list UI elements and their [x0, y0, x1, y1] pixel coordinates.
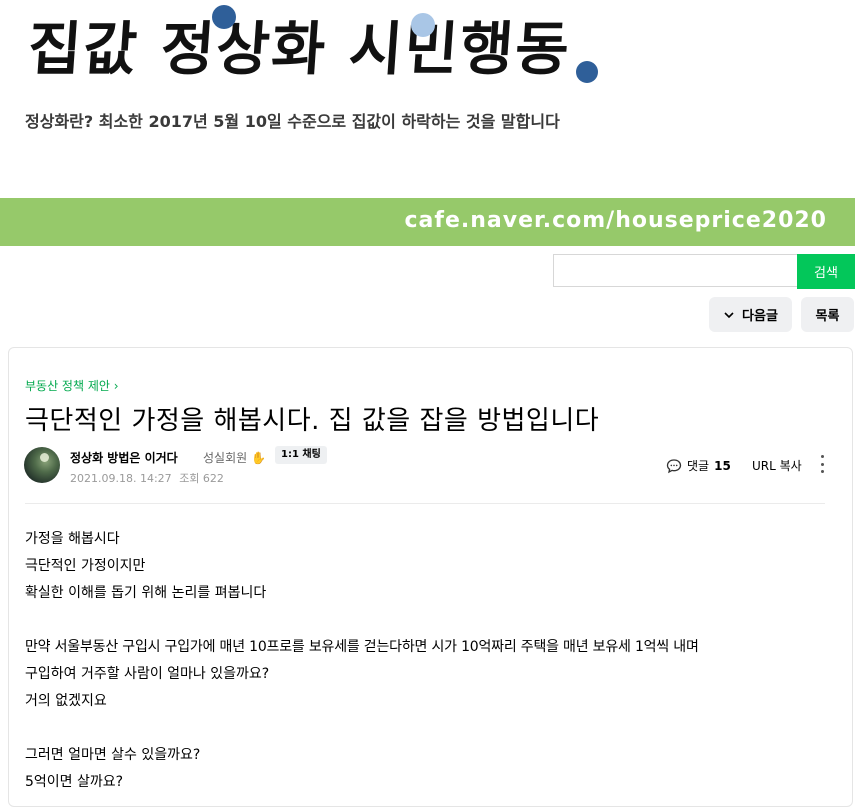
chevron-down-icon — [724, 311, 734, 318]
banner-dot-3 — [576, 61, 598, 83]
body-line: 5억이면 살까요? — [25, 774, 124, 790]
next-post-label: 다음글 — [742, 309, 778, 324]
banner-subtitle: 정상화란? 최소한 2017년 5월 10일 수준으로 집값이 하락하는 것을 … — [25, 112, 560, 131]
body-line: 그러면 얼마면 살수 있을까요? — [25, 747, 201, 763]
search-button[interactable]: 검색 — [797, 254, 855, 289]
member-grade: 성실회원 ✋ — [203, 449, 266, 466]
body-line: 만약 서울부동산 구입시 구입가에 매년 10프로를 보유세를 걷는다하면 시가… — [25, 639, 699, 655]
post-header-divider — [25, 503, 825, 504]
post-date: 2021.09.18. 14:27 — [70, 472, 172, 485]
banner-title: 집값 정상화 시민행동 — [25, 15, 574, 83]
banner-dot-2 — [411, 13, 435, 37]
comments-button[interactable]: 댓글 15 — [666, 457, 731, 474]
search-input[interactable] — [553, 254, 797, 287]
banner-dot-1 — [212, 5, 236, 29]
cafe-url-bar: cafe.naver.com/houseprice2020 — [0, 198, 855, 246]
post-category-link[interactable]: 부동산 정책 제안 › — [25, 377, 119, 394]
post-title: 극단적인 가정을 해봅시다. 집 값을 잡을 방법입니다 — [25, 406, 600, 436]
chat-button[interactable]: 1:1 채팅 — [275, 446, 327, 464]
body-line: 확실한 이해를 돕기 위해 논리를 펴봅니다 — [25, 585, 267, 601]
list-button[interactable]: 목록 — [801, 297, 854, 332]
more-options-icon[interactable] — [816, 455, 828, 473]
next-post-button[interactable]: 다음글 — [709, 297, 792, 332]
author-name[interactable]: 정상화 방법은 이거다 — [70, 449, 178, 466]
body-line: 극단적인 가정이지만 — [25, 558, 146, 574]
url-copy-button[interactable]: URL 복사 — [752, 457, 802, 474]
cafe-url[interactable]: cafe.naver.com/houseprice2020 — [405, 203, 827, 239]
comment-bubble-icon — [666, 458, 682, 473]
body-line: 구입하여 거주할 사람이 얼마나 있을까요? — [25, 666, 270, 682]
comments-label: 댓글 — [687, 459, 710, 473]
post-views: 조회 622 — [179, 472, 224, 485]
chevron-right-icon: › — [113, 379, 119, 393]
member-grade-label: 성실회원 — [203, 451, 248, 465]
body-line: 거의 없겠지요 — [25, 693, 107, 709]
comments-count: 15 — [714, 458, 731, 473]
body-line: 가정을 해봅시다 — [25, 531, 120, 547]
author-avatar[interactable] — [24, 447, 60, 483]
category-label: 부동산 정책 제안 — [25, 379, 110, 393]
list-label: 목록 — [815, 309, 840, 324]
grade-hand-icon: ✋ — [251, 451, 266, 465]
post-meta: 2021.09.18. 14:27 조회 622 — [70, 470, 224, 486]
